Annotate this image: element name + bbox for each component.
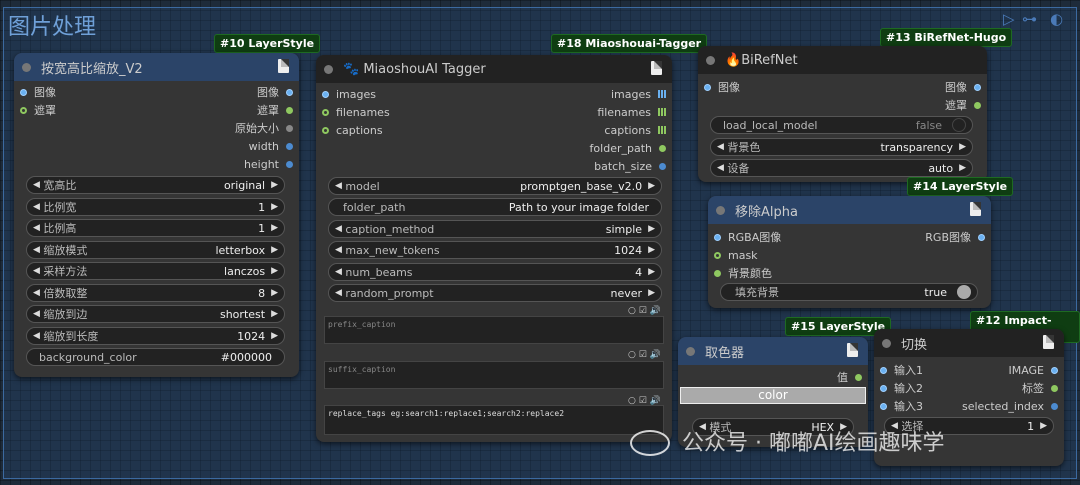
node-title: 移除Alpha [735, 204, 798, 220]
fire-icon: 🔥 [725, 52, 742, 68]
wechat-logo-icon [630, 430, 670, 456]
link-icon[interactable]: ⊶ [1022, 10, 1037, 28]
output-slot[interactable]: captions [604, 121, 666, 139]
output-slot[interactable]: batch_size [594, 157, 666, 175]
output-slot[interactable]: 值 [837, 368, 862, 386]
number-widget[interactable]: ◀ num_beams 4 ▶ [328, 263, 662, 281]
collapse-dot-icon[interactable] [706, 55, 715, 65]
prefix-caption-textarea[interactable]: prefix_caption [324, 316, 664, 344]
node-badge: #13 BiRefNet-Hugo [880, 28, 1013, 47]
doc-icon[interactable] [651, 61, 662, 75]
toggle-icon[interactable]: ◐ [1050, 10, 1063, 28]
number-widget[interactable]: ◀ 缩放到长度 1024 ▶ [26, 327, 285, 345]
doc-icon[interactable] [278, 59, 289, 73]
node-header[interactable]: 移除Alpha [708, 196, 991, 224]
toggle-widget[interactable]: 填充背景 true [720, 283, 978, 301]
output-slot[interactable]: 图像 [257, 83, 293, 101]
input-slot[interactable]: mask [714, 246, 758, 264]
output-slot[interactable]: RGB图像 [925, 228, 985, 246]
number-widget[interactable]: ◀ 比例宽 1 ▶ [26, 198, 285, 216]
node-badge: #18 Miaoshouai-Tagger [551, 34, 708, 53]
textbox-controls[interactable]: ○ ☑ 🔊 [628, 350, 661, 360]
input-slot[interactable]: filenames [322, 103, 390, 121]
combo-widget[interactable]: ◀ model promptgen_base_v2.0 ▶ [328, 177, 662, 195]
node-title: 取色器 [705, 345, 745, 361]
input-slot[interactable]: 图像 [704, 78, 740, 96]
input-slot[interactable]: 输入3 [880, 397, 923, 415]
output-slot[interactable]: filenames [597, 103, 666, 121]
input-slot[interactable]: 图像 [20, 83, 56, 101]
text-widget[interactable]: folder_path Path to your image folder [328, 198, 662, 216]
node-remove-alpha[interactable]: 移除Alpha RGBA图像 mask 背景颜色 RGB图像 填充背景 true [708, 196, 991, 308]
node-header[interactable]: 切换 [874, 329, 1064, 357]
combo-widget[interactable]: ◀ 宽高比 original ▶ [26, 176, 285, 194]
output-slot[interactable]: IMAGE [1008, 361, 1058, 379]
node-header[interactable]: 取色器 [678, 337, 868, 365]
node-badge: #10 LayerStyle [214, 34, 321, 53]
paw-icon: 🐾 [343, 61, 364, 77]
input-slot[interactable]: 输入2 [880, 379, 923, 397]
group-title: 图片处理 [8, 15, 97, 40]
watermark-text: 公众号 · 嘟嘟AI绘画趣味学 [682, 431, 945, 456]
output-slot[interactable]: height [244, 155, 293, 173]
input-slot[interactable]: 输入1 [880, 361, 923, 379]
output-slot[interactable]: 遮罩 [257, 101, 293, 119]
collapse-dot-icon[interactable] [686, 346, 695, 356]
input-slot[interactable]: captions [322, 121, 383, 139]
combo-widget[interactable]: ◀ 设备 auto ▶ [710, 159, 973, 177]
node-resize-by-ratio[interactable]: 按宽高比缩放_V2 图像 遮罩 图像 遮罩 原始大小 width height … [14, 53, 299, 377]
combo-widget[interactable]: ◀ 背景色 transparency ▶ [710, 138, 973, 156]
combo-widget[interactable]: ◀ 缩放到边 shortest ▶ [26, 305, 285, 323]
text-widget[interactable]: background_color #000000 [26, 348, 285, 366]
input-slot[interactable]: images [322, 85, 376, 103]
output-slot[interactable]: width [249, 137, 293, 155]
node-title: MiaoshouAI Tagger [363, 61, 486, 77]
node-header[interactable]: 按宽高比缩放_V2 [14, 53, 299, 81]
combo-widget[interactable]: ◀ random_prompt never ▶ [328, 284, 662, 302]
play-icon[interactable]: ▷ [1003, 10, 1015, 28]
color-swatch[interactable]: color [680, 387, 866, 404]
combo-widget[interactable]: ◀ 采样方法 lanczos ▶ [26, 262, 285, 280]
node-header[interactable]: 🔥 BiRefNet [698, 46, 987, 74]
input-slot[interactable]: 背景颜色 [714, 264, 772, 282]
number-widget[interactable]: ◀ 比例高 1 ▶ [26, 219, 285, 237]
number-widget[interactable]: ◀ 倍数取整 8 ▶ [26, 284, 285, 302]
combo-widget[interactable]: ◀ caption_method simple ▶ [328, 220, 662, 238]
replace-tags-textarea[interactable]: replace_tags eg:search1:replace1;search2… [324, 405, 664, 435]
output-slot[interactable]: images [611, 85, 666, 103]
collapse-dot-icon[interactable] [716, 205, 725, 215]
input-slot[interactable]: RGBA图像 [714, 228, 781, 246]
output-slot[interactable]: 图像 [945, 78, 981, 96]
combo-widget[interactable]: ◀ 缩放模式 letterbox ▶ [26, 241, 285, 259]
output-slot[interactable]: 遮罩 [945, 96, 981, 114]
textbox-controls[interactable]: ○ ☑ 🔊 [628, 306, 661, 316]
doc-icon[interactable] [1043, 335, 1054, 349]
input-slot[interactable]: 遮罩 [20, 101, 56, 119]
output-slot[interactable]: selected_index [962, 397, 1058, 415]
toggle-widget[interactable]: load_local_model false [710, 116, 973, 134]
node-title: 切换 [901, 337, 928, 353]
suffix-caption-textarea[interactable]: suffix_caption [324, 361, 664, 389]
output-slot[interactable]: 标签 [1022, 379, 1058, 397]
collapse-dot-icon[interactable] [882, 338, 891, 348]
collapse-dot-icon[interactable] [22, 62, 31, 72]
collapse-dot-icon[interactable] [324, 64, 333, 74]
doc-icon[interactable] [970, 202, 981, 216]
output-slot[interactable]: 原始大小 [235, 119, 293, 137]
doc-icon[interactable] [847, 343, 858, 357]
node-miaoshouai-tagger[interactable]: 🐾 MiaoshouAI Tagger images filenames cap… [316, 55, 672, 442]
node-badge: #14 LayerStyle [907, 177, 1014, 196]
node-header[interactable]: 🐾 MiaoshouAI Tagger [316, 55, 672, 83]
output-slot[interactable]: folder_path [590, 139, 666, 157]
node-title: 按宽高比缩放_V2 [41, 61, 143, 77]
number-widget[interactable]: ◀ max_new_tokens 1024 ▶ [328, 241, 662, 259]
node-birefnet[interactable]: 🔥 BiRefNet 图像 图像 遮罩 load_local_model fals… [698, 46, 987, 182]
node-title: BiRefNet [741, 52, 798, 68]
